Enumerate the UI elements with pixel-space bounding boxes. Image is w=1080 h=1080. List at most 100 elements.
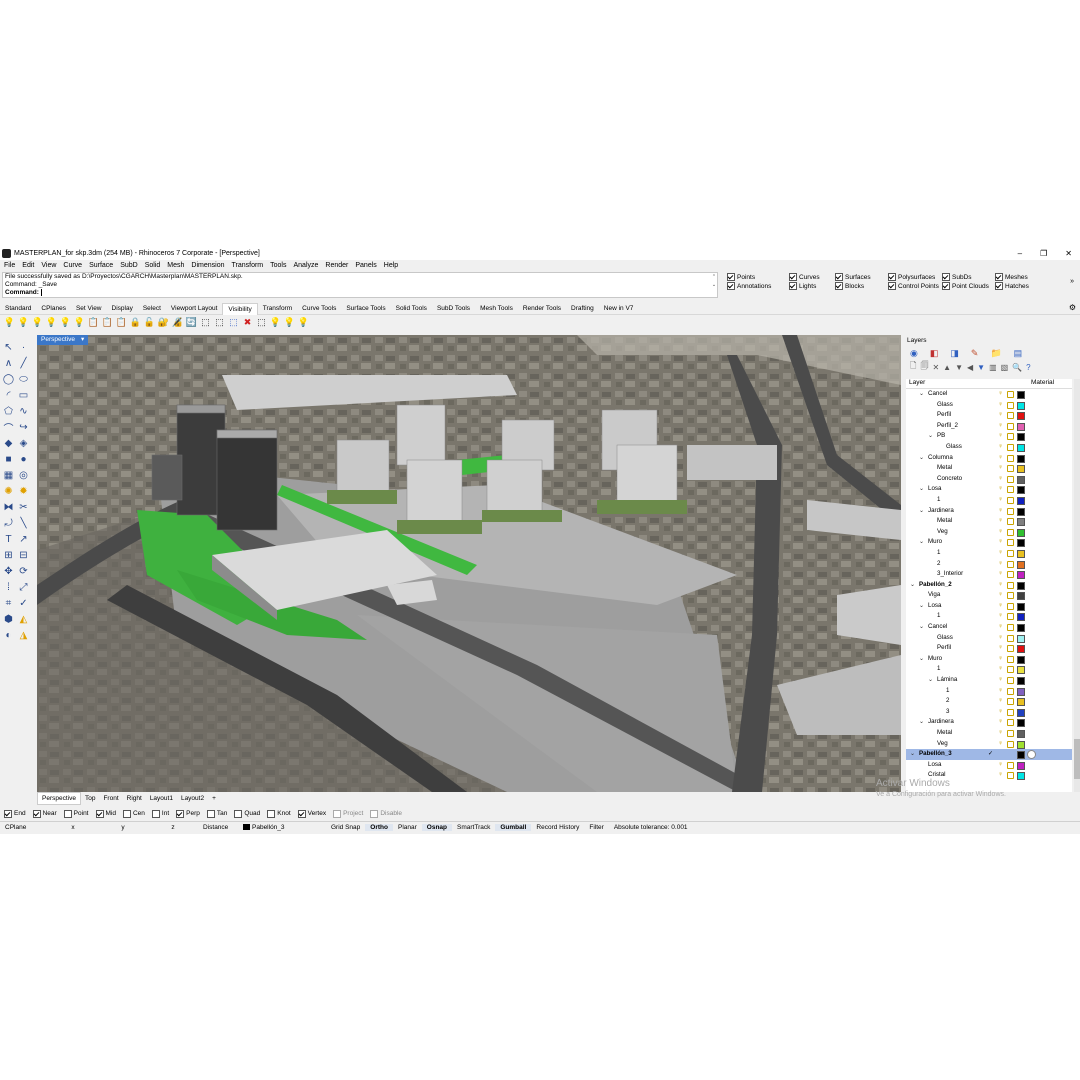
tab-drafting[interactable]: Drafting	[566, 303, 599, 314]
filter-meshes[interactable]: Meshes	[995, 273, 1028, 281]
checkbox[interactable]	[333, 809, 342, 818]
menu-item-solid[interactable]: Solid	[145, 262, 161, 269]
arc-icon[interactable]: ◜	[2, 389, 15, 402]
visibility-bulb-icon[interactable]: ♀	[998, 559, 1003, 570]
polyline-icon[interactable]: ∧	[2, 357, 15, 370]
lock-icon[interactable]	[1007, 634, 1014, 642]
layer-color-swatch[interactable]	[1017, 751, 1025, 760]
lock-icon[interactable]	[1007, 507, 1014, 515]
checkbox[interactable]	[151, 809, 160, 818]
layer-color-swatch[interactable]	[1017, 666, 1025, 675]
gumball-toggle[interactable]: Gumball	[495, 824, 532, 831]
layer-name[interactable]: Veg	[937, 527, 948, 538]
command-scroll-arrows[interactable]: ⌃ ⌄	[710, 273, 718, 298]
layer-name[interactable]: Columna	[928, 453, 953, 464]
checkbox[interactable]	[176, 809, 185, 818]
visibility-bulb-icon[interactable]: ♀	[998, 696, 1003, 707]
new-sublayer-icon[interactable]: 🗐	[920, 360, 928, 374]
extrude-icon[interactable]: ◈	[17, 437, 30, 450]
lock-icon[interactable]	[1007, 698, 1014, 706]
filter-toggle[interactable]: Filter	[584, 824, 608, 831]
layer-row[interactable]: ⌄ Losa ♀	[906, 601, 1072, 612]
lock-icon[interactable]	[1007, 539, 1014, 547]
layer-color-swatch[interactable]	[1017, 571, 1025, 580]
layer-name[interactable]: Concreto	[937, 474, 962, 485]
layer-name[interactable]: 1	[937, 664, 940, 675]
light-icon[interactable]: ✺	[2, 485, 15, 498]
tab-new-in-v7[interactable]: New in V7	[599, 303, 639, 314]
visibility-bulb-icon[interactable]: ♀	[998, 548, 1003, 559]
layer-row[interactable]: Veg ♀	[906, 739, 1072, 750]
check-icon[interactable]: ✓	[17, 597, 30, 610]
layer-color-swatch[interactable]	[1017, 475, 1025, 484]
visibility-bulb-icon[interactable]: ♀	[998, 463, 1003, 474]
menu-item-curve[interactable]: Curve	[63, 262, 82, 269]
layer-color-swatch[interactable]	[1017, 761, 1025, 770]
layer-row[interactable]: 2 ♀	[906, 559, 1072, 570]
osnap-project[interactable]: Project	[333, 809, 363, 818]
status-current-layer[interactable]: Pabellón_3	[238, 824, 326, 831]
checkbox[interactable]	[995, 282, 1003, 290]
layer-row[interactable]: ⌄ Jardinera ♀	[906, 717, 1072, 728]
osnap-toggle[interactable]: Osnap	[421, 824, 453, 831]
layer-row[interactable]: 1 ♀	[906, 548, 1072, 559]
delete-hidden-icon[interactable]: ✖	[242, 317, 253, 328]
layer-row[interactable]: 1 ♀	[906, 611, 1072, 622]
expand-chevron-icon[interactable]: ⌄	[919, 453, 924, 464]
visibility-bulb-icon[interactable]: ♀	[998, 601, 1003, 612]
lock-icon[interactable]	[1007, 422, 1014, 430]
layer-column-header[interactable]: Layer	[906, 379, 1029, 388]
move-down-icon[interactable]: ▼	[955, 363, 963, 372]
menu-item-tools[interactable]: Tools	[270, 262, 286, 269]
material-column-header[interactable]: Material	[1029, 379, 1054, 388]
layer-tool-icon[interactable]: ◮	[17, 629, 30, 642]
display-tab-icon[interactable]: ◨	[950, 348, 959, 359]
visibility-bulb-icon[interactable]: ♀	[998, 643, 1003, 654]
osnap-near[interactable]: Near	[32, 809, 57, 818]
lock-icon[interactable]	[1007, 677, 1014, 685]
checkbox[interactable]	[789, 273, 797, 281]
layer-color-swatch[interactable]	[1017, 401, 1025, 410]
libraries-tab-icon[interactable]: 📁	[990, 348, 1001, 359]
filter-polysurfaces[interactable]: Polysurfaces	[888, 273, 935, 281]
layer-name[interactable]: Metal	[937, 463, 952, 474]
filter-icon[interactable]: ▼	[977, 363, 985, 372]
layer-name[interactable]: 1	[937, 495, 940, 506]
layer-row[interactable]: ⌄ Columna ♀	[906, 453, 1072, 464]
show-in-detail-icon[interactable]: 💡	[270, 317, 281, 328]
checkbox[interactable]	[267, 809, 276, 818]
lock-icon[interactable]	[1007, 454, 1014, 462]
visibility-bulb-icon[interactable]: ♀	[998, 484, 1003, 495]
layer-color-swatch[interactable]	[1017, 539, 1025, 548]
tab-transform[interactable]: Transform	[258, 303, 297, 314]
visibility-bulb-icon[interactable]: ♀	[998, 527, 1003, 538]
checkbox[interactable]	[95, 809, 104, 818]
render-icon[interactable]: ⬢	[2, 613, 15, 626]
visibility-bulb-icon[interactable]: ♀	[998, 453, 1003, 464]
circle-icon[interactable]: ◯	[2, 373, 15, 386]
ellipse-icon[interactable]: ⬭	[17, 373, 30, 386]
tab-cplanes[interactable]: CPlanes	[36, 303, 71, 314]
layer-color-swatch[interactable]	[1017, 655, 1025, 664]
layer-name[interactable]: Glass	[937, 400, 953, 411]
layer-row[interactable]: 1 ♀	[906, 664, 1072, 675]
layer-name[interactable]: 2	[946, 696, 949, 707]
line-icon[interactable]: ╱	[17, 357, 30, 370]
expand-chevron-icon[interactable]: ⌄	[919, 717, 924, 728]
checkbox[interactable]	[206, 809, 215, 818]
layer-row[interactable]: Viga ♀	[906, 590, 1072, 601]
scrollbar-thumb[interactable]	[1074, 739, 1080, 779]
lock-icon[interactable]	[1007, 571, 1014, 579]
layer-color-swatch[interactable]	[1017, 624, 1025, 633]
filter-hatches[interactable]: Hatches	[995, 282, 1029, 290]
layer-color-swatch[interactable]	[1017, 465, 1025, 474]
smarttrack-toggle[interactable]: SmartTrack	[452, 824, 495, 831]
menu-item-panels[interactable]: Panels	[355, 262, 376, 269]
viewport-tab-top[interactable]: Top	[81, 793, 99, 804]
layer-list-scrollbar[interactable]	[1074, 379, 1080, 792]
checkbox[interactable]	[63, 809, 72, 818]
viewport-menu-icon[interactable]: ▾	[81, 335, 84, 345]
layer-name[interactable]: 1	[937, 611, 940, 622]
lock-icon[interactable]	[1007, 772, 1014, 780]
fillet-curve-icon[interactable]: ↪	[17, 421, 30, 434]
